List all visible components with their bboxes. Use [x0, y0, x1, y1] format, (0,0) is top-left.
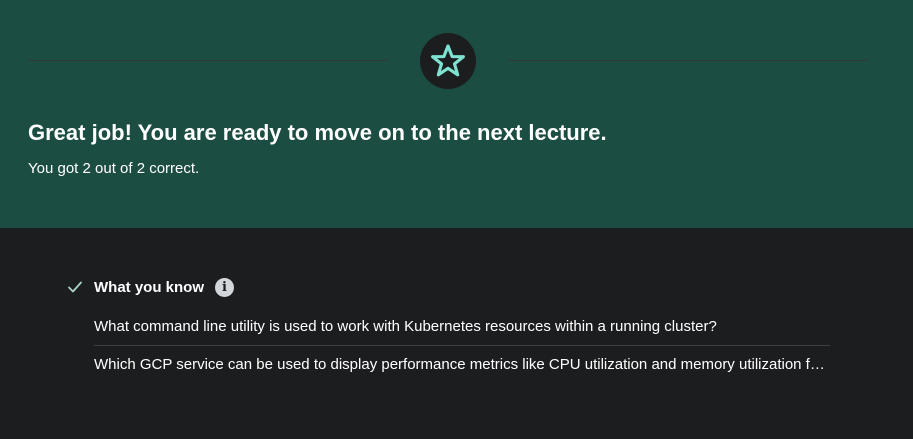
- list-item: Which GCP service can be used to display…: [94, 345, 830, 383]
- divider-left: [28, 60, 388, 61]
- result-headline: Great job! You are ready to move on to t…: [28, 120, 607, 145]
- star-icon: [431, 44, 465, 77]
- divider-right: [508, 60, 868, 61]
- what-you-know-section: What you know i What command line utilit…: [66, 275, 836, 383]
- what-you-know-title: What you know: [94, 278, 204, 296]
- score-text: You got 2 out of 2 correct.: [28, 160, 200, 177]
- result-banner: Great job! You are ready to move on to t…: [0, 0, 913, 228]
- check-icon: [66, 278, 84, 296]
- what-you-know-header: What you know i: [66, 275, 836, 299]
- star-badge: [420, 33, 476, 89]
- list-item: What command line utility is used to wor…: [94, 318, 717, 335]
- info-icon[interactable]: i: [215, 277, 234, 297]
- known-questions-list: What command line utility is used to wor…: [94, 315, 830, 383]
